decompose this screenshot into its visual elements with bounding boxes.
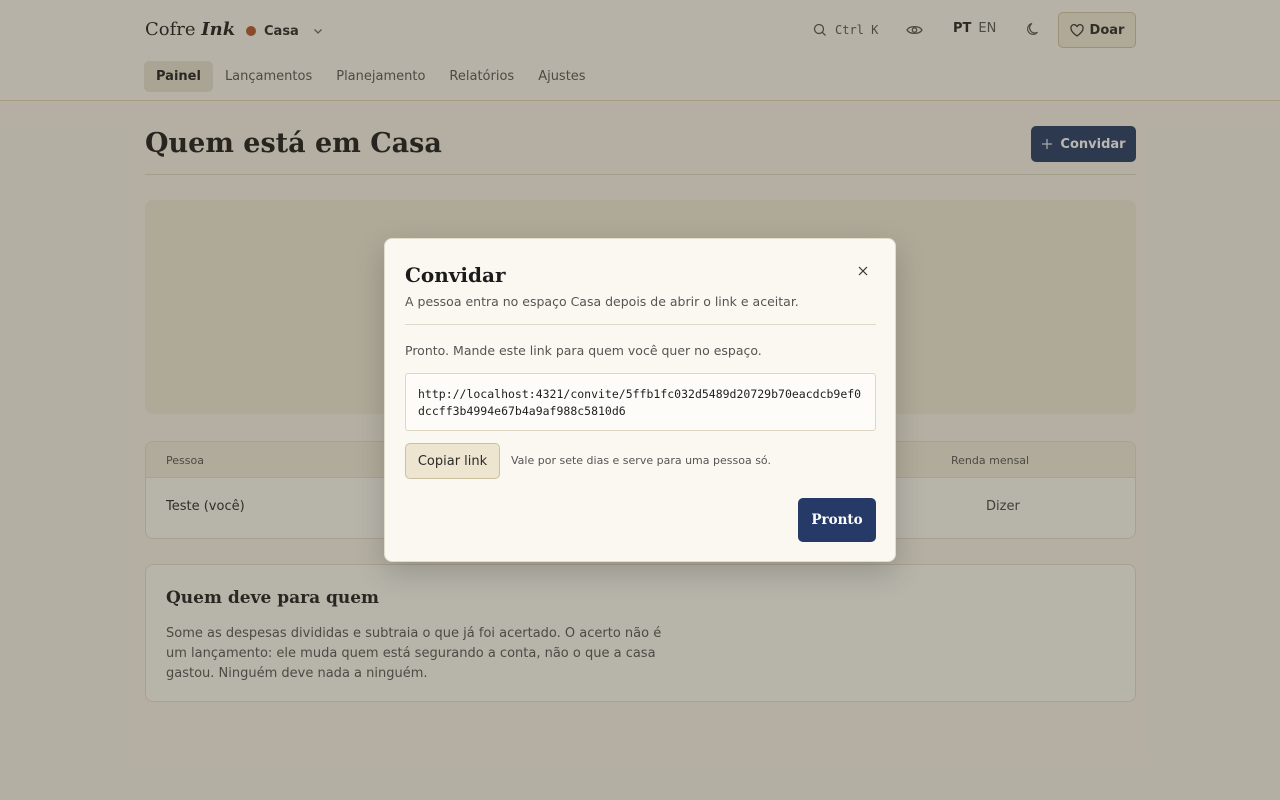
done-button[interactable]: Pronto <box>798 498 876 542</box>
invite-link-field[interactable]: http://localhost:4321/convite/5ffb1fc032… <box>405 373 876 431</box>
copy-hint: Vale por sete dias e serve para uma pess… <box>511 454 771 467</box>
copy-link-button[interactable]: Copiar link <box>405 443 500 479</box>
dialog-note: Pronto. Mande este link para quem você q… <box>405 343 762 358</box>
dialog-divider <box>405 324 876 325</box>
invite-dialog: Convidar A pessoa entra no espaço Casa d… <box>384 238 896 562</box>
dialog-subtitle: A pessoa entra no espaço Casa depois de … <box>405 294 799 309</box>
close-icon[interactable] <box>855 263 871 279</box>
dialog-title: Convidar <box>405 263 506 287</box>
